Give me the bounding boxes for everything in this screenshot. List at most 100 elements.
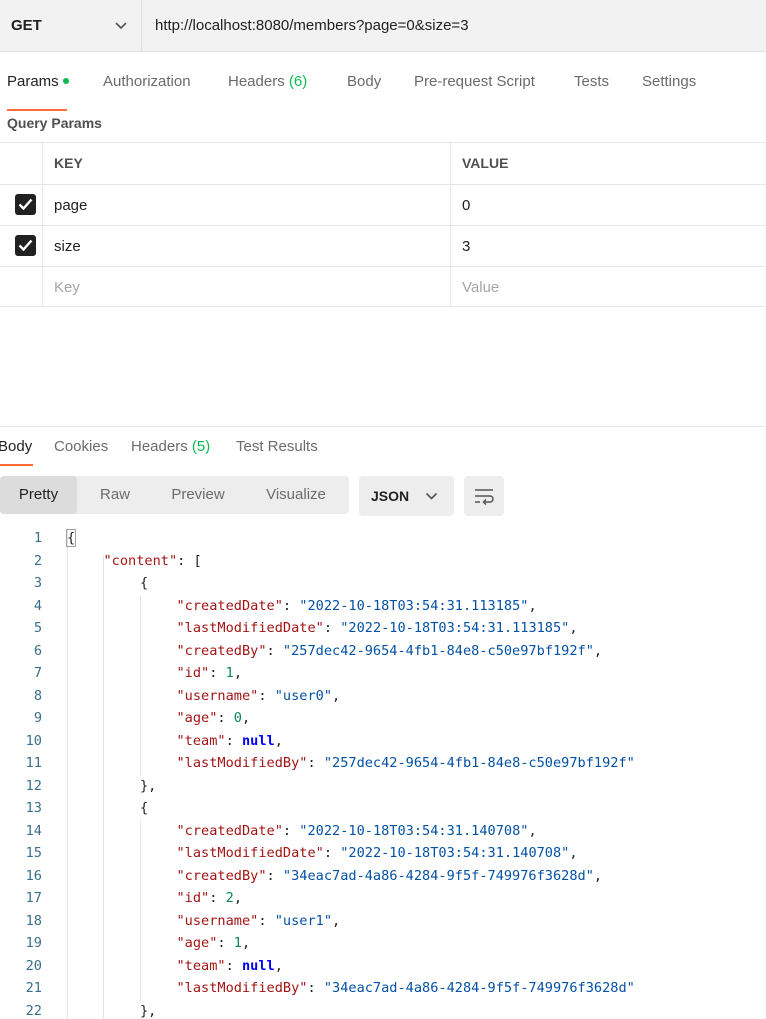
code-token: "34eac7ad-4a86-4284-9f5f-749976f3628d" <box>282 867 594 884</box>
view-raw[interactable]: Raw <box>77 476 153 514</box>
code-line: 17 "id": 2, <box>0 890 766 913</box>
tab-authorization-label: Authorization <box>103 73 191 90</box>
key-column-header: KEY <box>54 155 83 171</box>
code-line: 7 "id": 1, <box>0 665 766 688</box>
line-number: 4 <box>33 597 42 614</box>
wrap-lines-button[interactable] <box>464 476 504 516</box>
code-token: "content" <box>103 552 178 569</box>
code-token: "age" <box>176 710 218 726</box>
checkmark-icon <box>18 198 33 211</box>
view-pretty[interactable]: Pretty <box>0 476 77 514</box>
code-token: , <box>274 957 283 974</box>
code-token: "createdBy" <box>176 642 267 659</box>
code-line: 1{ <box>0 529 766 553</box>
code-token: : <box>225 732 242 749</box>
code-text: "lastModifiedBy": "34eac7ad-4a86-4284-9f… <box>177 980 635 996</box>
table-row-new: Key Value <box>0 266 766 307</box>
response-tabs: Body Cookies Headers (5) Test Results <box>0 426 766 466</box>
code-token: : <box>307 755 324 771</box>
param-value[interactable]: 3 <box>462 238 470 255</box>
tab-headers-count: (6) <box>288 73 308 90</box>
view-preview[interactable]: Preview <box>153 476 243 514</box>
code-text: "createdDate": "2022-10-18T03:54:31.1131… <box>177 598 537 614</box>
code-text: "lastModifiedDate": "2022-10-18T03:54:31… <box>177 845 578 861</box>
code-token: , <box>528 822 537 839</box>
tab-response-body[interactable]: Body <box>0 438 32 455</box>
code-token: { <box>140 800 149 816</box>
format-select[interactable]: JSON <box>359 476 454 516</box>
wrap-lines-icon <box>475 489 494 505</box>
code-token: , <box>569 845 578 861</box>
code-token: 2 <box>225 890 234 906</box>
tab-response-headers[interactable]: Headers (5) <box>131 438 210 455</box>
line-number: 19 <box>25 935 42 951</box>
code-token: "34eac7ad-4a86-4284-9f5f-749976f3628d" <box>323 980 635 996</box>
code-token: : <box>282 822 300 839</box>
param-checkbox[interactable] <box>15 194 36 215</box>
code-line: 18 "username": "user1", <box>0 913 766 936</box>
code-line: 9 "age": 0, <box>0 710 766 733</box>
line-number: 14 <box>25 822 42 839</box>
tab-cookies[interactable]: Cookies <box>54 438 108 455</box>
tab-cookies-label: Cookies <box>54 438 109 455</box>
line-number: 11 <box>25 755 42 771</box>
tab-params[interactable]: Params <box>7 73 69 90</box>
tab-authorization[interactable]: Authorization <box>103 73 191 90</box>
tab-headers[interactable]: Headers (6) <box>228 73 307 90</box>
code-token: "age" <box>176 935 218 951</box>
code-token: { <box>65 529 77 547</box>
code-text: "createdBy": "34eac7ad-4a86-4284-9f5f-74… <box>177 868 603 884</box>
tab-settings[interactable]: Settings <box>642 73 696 90</box>
code-token: { <box>140 575 149 591</box>
code-text: "createdDate": "2022-10-18T03:54:31.1407… <box>177 823 537 839</box>
code-token: : <box>323 620 341 636</box>
code-token: , <box>332 687 341 704</box>
code-line: 19 "age": 1, <box>0 935 766 958</box>
code-text: "content": [ <box>104 553 202 569</box>
new-value-input[interactable]: Value <box>462 279 499 296</box>
tab-body[interactable]: Body <box>347 73 381 90</box>
code-token: "username" <box>176 912 259 929</box>
table-row: size 3 <box>0 225 766 266</box>
code-text: "team": null, <box>177 733 283 749</box>
code-token: , <box>332 912 341 929</box>
code-line: 15 "lastModifiedDate": "2022-10-18T03:54:… <box>0 845 766 868</box>
code-token: "2022-10-18T03:54:31.113185" <box>340 620 570 636</box>
code-token: , <box>233 890 242 906</box>
param-checkbox[interactable] <box>15 235 36 256</box>
tab-pre-request-script[interactable]: Pre-request Script <box>414 73 535 90</box>
line-number: 9 <box>33 710 42 726</box>
view-visualize[interactable]: Visualize <box>243 476 349 514</box>
line-number: 2 <box>33 552 42 569</box>
url-input[interactable]: http://localhost:8080/members?page=0&siz… <box>155 17 469 34</box>
code-token: "2022-10-18T03:54:31.140708" <box>340 845 570 861</box>
response-body-code[interactable]: 1{2 "content": [3{4 "createdDate": "2022-1… <box>0 528 766 1019</box>
param-key[interactable]: size <box>54 238 81 255</box>
code-token: "257dec42-9654-4fb1-84e8-c50e97bf192f" <box>282 642 594 659</box>
view-mode-toggle: Pretty Raw Preview Visualize <box>0 476 349 514</box>
line-number: 15 <box>25 845 42 861</box>
request-bar: GET http://localhost:8080/members?page=0… <box>0 0 766 52</box>
new-key-input[interactable]: Key <box>54 279 80 296</box>
line-number: 6 <box>33 642 42 659</box>
line-number: 10 <box>25 732 42 749</box>
code-token: : <box>323 845 341 861</box>
code-token: : <box>258 687 275 704</box>
code-line: 4 "createdDate": "2022-10-18T03:54:31.113… <box>0 598 766 621</box>
tab-tests[interactable]: Tests <box>574 73 609 90</box>
code-token: , <box>241 710 251 726</box>
param-key[interactable]: page <box>54 197 87 214</box>
tab-test-results[interactable]: Test Results <box>236 438 318 455</box>
param-value[interactable]: 0 <box>462 197 470 214</box>
method-select[interactable]: GET <box>0 0 142 52</box>
code-text: { <box>140 575 148 591</box>
code-line: 10 "team": null, <box>0 733 766 756</box>
code-text: }, <box>140 1003 156 1019</box>
line-number: 20 <box>25 957 42 974</box>
active-tab-indicator <box>7 109 67 111</box>
tab-tests-label: Tests <box>574 73 610 90</box>
code-token: , <box>593 867 603 884</box>
request-tabs: Params Authorization Headers (6) Body Pr… <box>0 52 766 112</box>
code-token: : <box>266 867 283 884</box>
code-token: "lastModifiedBy" <box>176 980 308 996</box>
